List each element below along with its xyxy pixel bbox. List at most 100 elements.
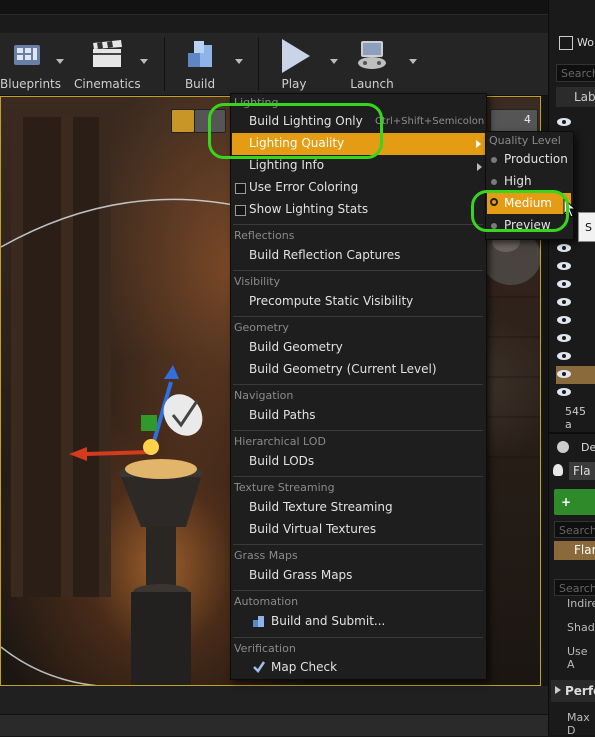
visibility-eye-icon[interactable] xyxy=(556,369,572,379)
menu-section-verification: Verification xyxy=(234,642,296,655)
build-dropdown-icon[interactable] xyxy=(235,59,243,64)
performance-section-label: Perfo xyxy=(565,684,595,698)
details-tab-label[interactable]: De xyxy=(581,441,595,454)
use-error-coloring-checkbox[interactable] xyxy=(235,183,246,194)
launch-dropdown-icon[interactable] xyxy=(409,59,417,64)
world-outliner-label: Wo xyxy=(577,36,594,49)
actor-count-label: 545 a xyxy=(565,405,586,431)
menu-item-map-check[interactable]: Map Check xyxy=(271,660,337,674)
tooltip: S xyxy=(578,212,595,242)
visibility-eye-icon[interactable] xyxy=(556,279,572,289)
menu-item-build-reflection-captures[interactable]: Build Reflection Captures xyxy=(249,248,400,262)
menu-item-build-and-submit[interactable]: Build and Submit... xyxy=(271,614,385,628)
menu-item-use-error-coloring[interactable]: Use Error Coloring xyxy=(249,180,358,194)
shortcut-label: Ctrl+Shift+Semicolon xyxy=(375,116,485,127)
menu-separator xyxy=(233,384,483,385)
play-icon xyxy=(282,39,310,73)
visibility-eye-icon[interactable] xyxy=(556,117,572,127)
menu-item-show-lighting-stats[interactable]: Show Lighting Stats xyxy=(249,202,368,216)
build-label: Build xyxy=(184,77,216,91)
toolbar-separator xyxy=(258,37,259,91)
menu-section-navigation: Navigation xyxy=(234,389,294,402)
add-component-button[interactable]: + Add xyxy=(554,489,595,535)
details-icon xyxy=(557,441,569,453)
quality-option-production[interactable]: Production xyxy=(504,152,568,166)
menu-item-build-grass-maps[interactable]: Build Grass Maps xyxy=(249,568,352,582)
outliner-search-input[interactable]: Search xyxy=(556,64,595,82)
world-outliner-tab[interactable]: Wo xyxy=(553,34,595,52)
camera-speed-value: 4 xyxy=(524,113,531,126)
launch-label: Launch xyxy=(350,77,394,91)
play-label: Play xyxy=(281,77,307,91)
menu-separator xyxy=(233,544,483,545)
cinematics-dropdown-icon[interactable] xyxy=(140,59,148,64)
build-menu: Lighting Build Lighting Only Ctrl+Shift+… xyxy=(230,93,487,680)
menu-section-geometry: Geometry xyxy=(234,321,289,334)
menu-item-precompute-static-visibility[interactable]: Precompute Static Visibility xyxy=(249,294,413,308)
menu-separator xyxy=(233,270,483,271)
submenu-section-quality-level: Quality Level xyxy=(489,134,561,147)
menu-item-build-geometry-current-level[interactable]: Build Geometry (Current Level) xyxy=(249,362,437,376)
menu-separator xyxy=(233,224,483,225)
camera-speed-button[interactable]: 4 xyxy=(490,109,538,133)
details-search-input[interactable]: Search xyxy=(554,579,595,596)
play-dropdown-icon[interactable] xyxy=(330,59,338,64)
menu-section-visibility: Visibility xyxy=(234,275,281,288)
menu-separator xyxy=(233,590,483,591)
blueprints-dropdown-icon[interactable] xyxy=(56,59,64,64)
submenu-arrow-icon xyxy=(476,140,481,148)
build-submit-icon xyxy=(253,616,264,627)
clapperboard-icon xyxy=(93,40,122,67)
visibility-eye-icon[interactable] xyxy=(556,315,572,325)
viewport-footer xyxy=(0,686,548,714)
radio-production-icon xyxy=(491,157,497,163)
menu-section-grass-maps: Grass Maps xyxy=(234,549,298,562)
visibility-eye-icon[interactable] xyxy=(556,387,572,397)
status-bar xyxy=(0,714,548,736)
menu-section-reflections: Reflections xyxy=(234,229,295,242)
component-row-selected[interactable]: Flar xyxy=(554,541,595,560)
visibility-eye-icon[interactable] xyxy=(556,243,572,253)
cinematics-button[interactable]: Cinematics xyxy=(74,33,141,95)
performance-section-header[interactable]: Perfo xyxy=(551,680,595,702)
play-button[interactable]: Play xyxy=(270,33,318,95)
cinematics-label: Cinematics xyxy=(74,77,141,91)
menu-section-hierarchical-lod: Hierarchical LOD xyxy=(234,435,326,448)
show-lighting-stats-checkbox[interactable] xyxy=(235,205,246,216)
menu-item-build-virtual-textures[interactable]: Build Virtual Textures xyxy=(249,522,376,536)
visibility-eye-icon[interactable] xyxy=(556,297,572,307)
panel-divider xyxy=(549,432,595,434)
collapse-arrow-icon xyxy=(555,686,561,694)
menu-section-texture-streaming: Texture Streaming xyxy=(234,481,335,494)
prop-use-label: Use A xyxy=(567,645,588,671)
visibility-eye-icon[interactable] xyxy=(556,261,572,271)
build-button[interactable]: Build xyxy=(176,33,224,95)
menu-item-build-paths[interactable]: Build Paths xyxy=(249,408,316,422)
blueprints-icon xyxy=(13,45,40,65)
menu-item-lighting-info[interactable]: Lighting Info xyxy=(249,158,324,172)
map-check-icon xyxy=(253,661,266,673)
build-blocks-icon xyxy=(188,41,212,67)
gamepad-icon xyxy=(358,41,386,69)
launch-button[interactable]: Launch xyxy=(345,33,399,95)
menu-item-build-lods[interactable]: Build LODs xyxy=(249,454,314,468)
menu-separator xyxy=(233,316,483,317)
annotation-highlight-ring xyxy=(471,190,569,232)
visibility-eye-icon[interactable] xyxy=(556,351,572,361)
submenu-arrow-icon xyxy=(477,163,482,171)
outliner-icon xyxy=(559,36,573,50)
menu-item-build-geometry[interactable]: Build Geometry xyxy=(249,340,343,354)
components-search-input[interactable]: Search xyxy=(554,521,595,538)
quality-option-high[interactable]: High xyxy=(504,174,532,188)
menu-separator xyxy=(233,637,483,638)
menu-item-build-texture-streaming[interactable]: Build Texture Streaming xyxy=(249,500,393,514)
right-panel: Wo Search Lab 545 a De Fla + Add Search … xyxy=(548,0,595,737)
visibility-eye-icon[interactable] xyxy=(556,333,572,343)
menu-separator xyxy=(233,430,483,431)
actor-name-field[interactable]: Fla xyxy=(569,462,595,480)
prop-shadow-label: Shado xyxy=(567,621,595,634)
transform-mode-button[interactable] xyxy=(171,109,195,133)
label-column-header[interactable]: Lab xyxy=(556,87,595,107)
blueprints-button[interactable]: Blueprints xyxy=(0,33,61,95)
menu-separator xyxy=(233,476,483,477)
